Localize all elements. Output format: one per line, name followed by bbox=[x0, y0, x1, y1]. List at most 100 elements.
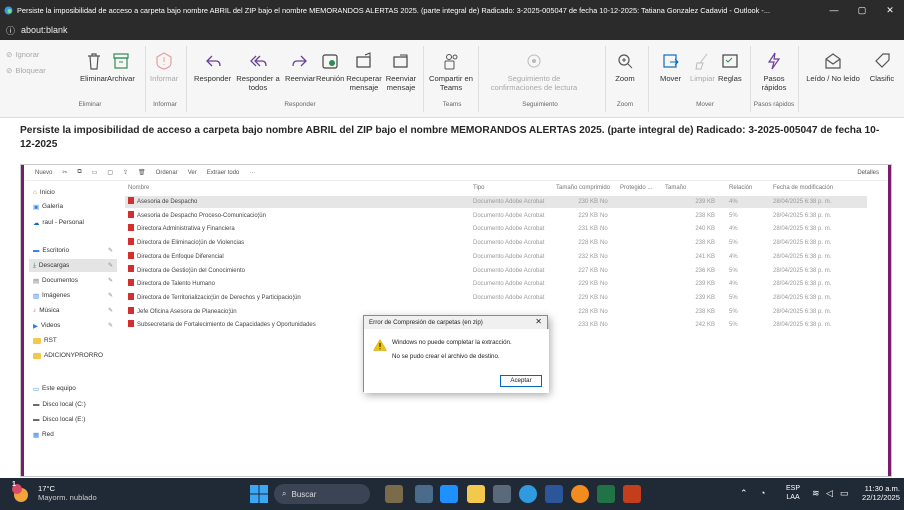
cut-icon[interactable]: ✂ bbox=[62, 169, 67, 176]
delete-icon[interactable]: 🗑 bbox=[138, 169, 146, 176]
chevron-up-icon[interactable]: ⌃ bbox=[740, 488, 748, 499]
col-nombre[interactable]: Nombre bbox=[128, 182, 149, 194]
edge-app-icon[interactable] bbox=[440, 485, 458, 503]
minimize-button[interactable]: — bbox=[820, 0, 848, 20]
table-row[interactable]: Asesoria de Despacho Proceso-Comunicacio… bbox=[125, 210, 867, 222]
group-label-zoom: Zoom bbox=[616, 101, 634, 108]
col-fecha[interactable]: Fecha de modificación bbox=[773, 182, 833, 194]
rename-icon[interactable]: ▢ bbox=[107, 169, 113, 176]
recuperar-mensaje-button[interactable]: Recuperar mensaje bbox=[346, 48, 382, 92]
nav-item[interactable]: ADICIONYPRORRO bbox=[29, 349, 117, 362]
ignorar-button[interactable]: ⊘ Ignorar bbox=[6, 50, 39, 59]
responder-button[interactable]: Responder bbox=[194, 48, 231, 83]
bloquear-button[interactable]: ⊘ Bloquear bbox=[6, 66, 46, 75]
informar-button[interactable]: Informar bbox=[150, 48, 178, 83]
col-comprimido[interactable]: Tamaño comprimido bbox=[556, 182, 610, 194]
table-row[interactable]: Directora Administrativa y Financiera Doc… bbox=[125, 223, 867, 235]
seguimiento-button[interactable]: Seguimiento de confirmaciones de lectura bbox=[484, 48, 584, 92]
nav-item[interactable]: ▭ Este equipo bbox=[29, 382, 117, 395]
table-row[interactable]: Directora de Enfoque Diferencial Document… bbox=[125, 251, 867, 263]
chrome-icon[interactable] bbox=[571, 485, 589, 503]
leido-button[interactable]: Leído / No leído bbox=[804, 48, 862, 83]
extraer-todo-button[interactable]: Extraer todo bbox=[207, 170, 240, 176]
cell-comp: 228 KB bbox=[578, 308, 598, 315]
limpiar-button[interactable]: Limpiar bbox=[690, 48, 715, 83]
reenviar-mensaje-button[interactable]: Reenviar mensaje bbox=[384, 48, 418, 92]
reenviar-button[interactable]: Reenviar bbox=[285, 48, 315, 83]
copilot-icon[interactable]: ◔ bbox=[760, 488, 765, 498]
table-row[interactable]: Directora de Territorializacio¦ün de Der… bbox=[125, 292, 867, 304]
aceptar-button[interactable]: Aceptar bbox=[500, 375, 542, 387]
detalles-button[interactable]: Detalles bbox=[857, 170, 879, 176]
pdf-icon bbox=[128, 238, 134, 246]
dialog-close-button[interactable]: ✕ bbox=[535, 317, 542, 326]
clasificar-button[interactable]: Clasific bbox=[864, 48, 900, 83]
nav-item[interactable]: ♪ Música ✎ bbox=[29, 304, 117, 317]
mover-button[interactable]: Mover bbox=[660, 48, 681, 83]
table-row[interactable]: Directora de Eliminacio¦ün de Violencias… bbox=[125, 237, 867, 249]
excel-icon[interactable] bbox=[597, 485, 615, 503]
col-tamano[interactable]: Tamaño bbox=[665, 182, 686, 194]
copy-icon[interactable]: ⧉ bbox=[77, 169, 81, 176]
nav-item[interactable]: ▧ Imágenes ✎ bbox=[29, 289, 117, 302]
clock[interactable]: 11:30 a.m. 22/12/2025 bbox=[862, 484, 900, 502]
more-button[interactable]: ··· bbox=[249, 170, 255, 176]
reglas-button[interactable]: Reglas bbox=[718, 48, 742, 83]
responder-todos-button[interactable]: Responder a todos bbox=[233, 48, 283, 92]
compartir-teams-button[interactable]: Compartir en Teams bbox=[428, 48, 474, 92]
share-icon[interactable]: ⇪ bbox=[123, 169, 128, 176]
language-indicator[interactable]: ESP LAA bbox=[786, 484, 800, 502]
table-row[interactable]: Directora de Talento Humano Documento Ado… bbox=[125, 278, 867, 290]
col-protegido[interactable]: Protegido ... bbox=[620, 182, 652, 194]
windows-start-icon[interactable] bbox=[250, 485, 268, 503]
widget-icon[interactable] bbox=[385, 485, 403, 503]
nav-item[interactable]: ▤ Documentos ✎ bbox=[29, 274, 117, 287]
cell-ratio: 4% bbox=[729, 253, 738, 260]
pasos-rapidos-button[interactable]: Pasos rápidos bbox=[755, 48, 793, 92]
powerpoint-icon[interactable] bbox=[623, 485, 641, 503]
nav-item[interactable]: ▬ Escritorio ✎ bbox=[29, 244, 117, 257]
zoom-button[interactable]: Zoom bbox=[610, 48, 640, 83]
battery-icon[interactable]: ▭ bbox=[840, 488, 849, 499]
nav-item[interactable]: ▦ Red bbox=[29, 428, 117, 441]
nav-item[interactable]: ⤓ Descargas ✎ bbox=[29, 259, 117, 272]
eliminar-button[interactable]: Eliminar bbox=[80, 48, 107, 83]
nav-item[interactable]: RST bbox=[29, 334, 117, 347]
table-row[interactable]: Asesoria de Despacho Documento Adobe Acro… bbox=[125, 196, 867, 208]
cell-ratio: 5% bbox=[729, 212, 738, 219]
address-bar[interactable]: ⓘ about:blank bbox=[0, 20, 904, 40]
documents-icon: ▤ bbox=[33, 277, 40, 285]
wifi-icon[interactable]: ≋ bbox=[812, 488, 820, 499]
pin-icon: ✎ bbox=[107, 293, 113, 299]
table-row[interactable]: Directora de Gestio¦ün del Conocimiento D… bbox=[125, 265, 867, 277]
taskbar-search[interactable]: ⌕ Buscar bbox=[274, 484, 370, 504]
nav-item[interactable]: ☁ raul - Personal bbox=[29, 216, 117, 229]
col-relacion[interactable]: Relación bbox=[729, 182, 752, 194]
weather-widget[interactable]: 17°C Mayorm. nublado bbox=[38, 484, 97, 502]
nav-item[interactable]: ▶ Videos ✎ bbox=[29, 319, 117, 332]
nav-item[interactable]: ▬ Disco local (E:) bbox=[29, 413, 117, 426]
close-button[interactable]: ✕ bbox=[876, 0, 904, 20]
col-tipo[interactable]: Tipo bbox=[473, 182, 484, 194]
file-name: Directora de Talento Humano bbox=[137, 281, 215, 288]
task-view-icon[interactable] bbox=[415, 485, 433, 503]
store-icon[interactable] bbox=[493, 485, 511, 503]
nav-pane: ⌂ Inicio ▣ Galería ☁ raul - Personal ▬ Escri… bbox=[25, 182, 121, 476]
nav-item[interactable]: ▣ Galería bbox=[29, 200, 117, 213]
paste-icon[interactable]: ▭ bbox=[92, 169, 98, 176]
volume-icon[interactable]: ◁ bbox=[826, 488, 833, 499]
ordenar-button[interactable]: Ordenar bbox=[156, 170, 178, 176]
nav-item[interactable]: ⌂ Inicio bbox=[29, 186, 117, 199]
word-icon[interactable] bbox=[545, 485, 563, 503]
reunion-button[interactable]: Reunión bbox=[316, 48, 344, 83]
warning-icon bbox=[373, 339, 387, 351]
ver-button[interactable]: Ver bbox=[188, 170, 197, 176]
archivar-button[interactable]: Archivar bbox=[107, 48, 135, 83]
nuevo-button[interactable]: Nuevo bbox=[35, 170, 52, 176]
edge-browser-icon[interactable] bbox=[519, 485, 537, 503]
nav-item[interactable]: ▬ Disco local (C:) bbox=[29, 398, 117, 411]
file-explorer-icon[interactable] bbox=[467, 485, 485, 503]
maximize-button[interactable]: ▢ bbox=[848, 0, 876, 20]
pdf-icon bbox=[128, 265, 134, 273]
video-icon: ▶ bbox=[33, 322, 38, 330]
